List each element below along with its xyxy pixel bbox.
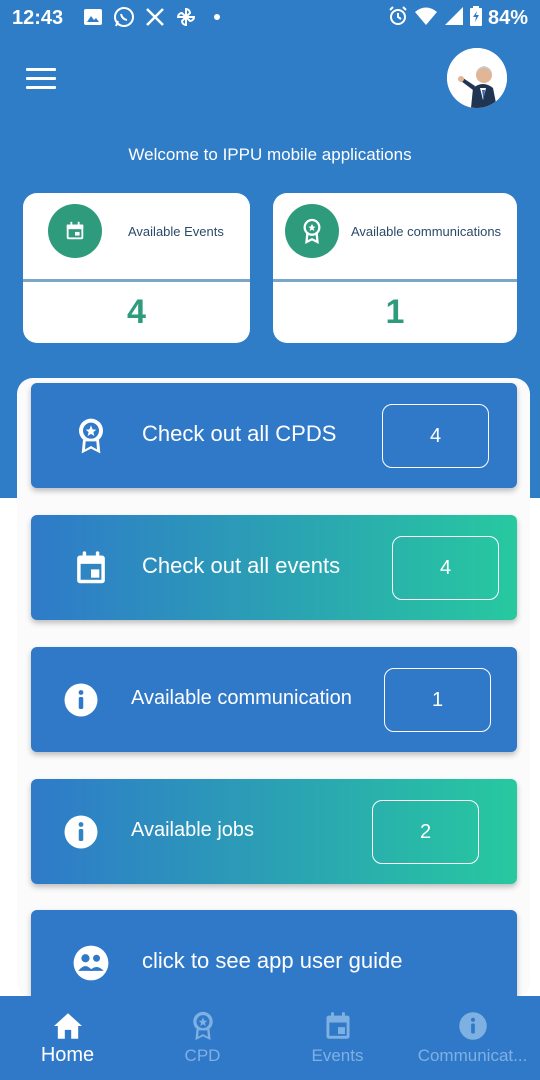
signal-icon [444, 6, 464, 31]
whatsapp-icon [113, 6, 135, 28]
info-icon [61, 812, 101, 852]
cpds-card[interactable]: Check out all CPDS 4 [31, 383, 517, 488]
stat-label-communications: Available communications [351, 224, 502, 239]
stat-label-events: Available Events [128, 224, 224, 239]
stat-value-events: 4 [127, 293, 146, 331]
dot-icon [206, 6, 228, 28]
cpds-count: 4 [382, 404, 489, 468]
status-right: 84% [388, 6, 528, 31]
alarm-icon [388, 6, 408, 31]
battery-icon [469, 6, 482, 31]
events-label: Check out all events [142, 553, 341, 578]
notification-icons [82, 6, 228, 28]
communication-card[interactable]: Available communication 1 [31, 647, 517, 752]
status-bar: 12:43 84% [0, 0, 540, 36]
home-icon [52, 1010, 84, 1042]
cpds-label: Check out all CPDS [142, 421, 337, 446]
stat-divider [273, 279, 517, 282]
pinwheel-icon [175, 6, 197, 28]
battery-percent: 84% [487, 7, 528, 29]
stat-value-communications: 1 [385, 293, 405, 331]
bottom-navigation: Home CPD Events Communicat... [0, 996, 540, 1080]
gallery-icon [82, 6, 104, 28]
calendar-icon [322, 1010, 354, 1042]
communication-count: 1 [384, 668, 491, 732]
award-icon [187, 1010, 219, 1042]
wifi-icon [414, 6, 438, 31]
info-icon [61, 680, 101, 720]
user-guide-label: click to see app user guide [142, 948, 403, 973]
nav-home-label: Home [40, 1044, 95, 1066]
nav-communications-label: Communicat... [417, 1046, 528, 1065]
nav-cpd-label: CPD [184, 1046, 221, 1065]
nav-communications[interactable]: Communicat... [405, 996, 540, 1080]
calendar-icon [71, 548, 111, 588]
nav-home[interactable]: Home [0, 996, 135, 1080]
users-icon [71, 943, 111, 983]
jobs-card[interactable]: Available jobs 2 [31, 779, 517, 884]
award-icon [71, 416, 111, 456]
hamburger-menu-icon[interactable] [26, 68, 56, 90]
welcome-text: Welcome to IPPU mobile applications [128, 145, 412, 164]
events-card[interactable]: Check out all events 4 [31, 515, 517, 620]
award-icon [285, 204, 339, 258]
events-count: 4 [392, 536, 499, 600]
calendar-icon [48, 204, 102, 258]
nav-cpd[interactable]: CPD [135, 996, 270, 1080]
available-events-card[interactable]: Available Events 4 [23, 193, 250, 343]
profile-avatar[interactable] [447, 48, 507, 108]
communication-label: Available communication [131, 687, 352, 709]
x-icon [144, 6, 166, 28]
stat-divider [23, 279, 250, 282]
nav-events-label: Events [311, 1046, 364, 1065]
nav-events[interactable]: Events [270, 996, 405, 1080]
available-communications-card[interactable]: Available communications 1 [273, 193, 517, 343]
status-time: 12:43 [12, 7, 64, 29]
info-icon [457, 1010, 489, 1042]
jobs-count: 2 [372, 800, 479, 864]
jobs-label: Available jobs [131, 819, 255, 841]
